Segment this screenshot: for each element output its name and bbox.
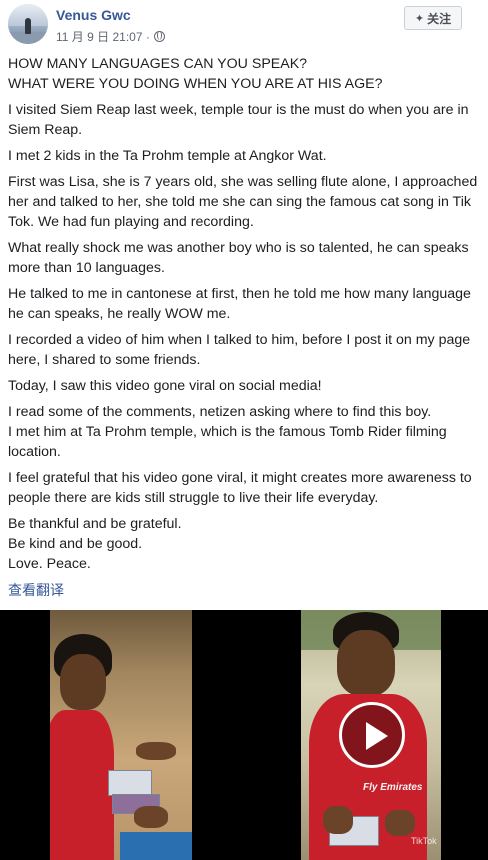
- girl-selling-flutes-image: [50, 610, 192, 860]
- post-paragraph: Today, I saw this video gone viral on so…: [8, 378, 322, 394]
- post-paragraph: I recorded a video of him when I talked …: [8, 332, 471, 368]
- play-button[interactable]: [339, 702, 405, 768]
- globe-icon: [153, 31, 165, 42]
- post-paragraph: Be thankful and be grateful. Be kind and …: [8, 516, 182, 572]
- post-paragraph: He talked to me in cantonese at first, t…: [8, 286, 471, 322]
- post-header: Venus Gwc 11 月 9 日 21:07 · ✦ 关注: [0, 0, 488, 50]
- post-paragraph: First was Lisa, she is 7 years old, she …: [8, 174, 478, 230]
- post-paragraph: I visited Siem Reap last week, temple to…: [8, 102, 469, 138]
- video-thumbnail-right[interactable]: Fly Emirates TikTok: [246, 610, 488, 860]
- post-meta: 11 月 9 日 21:07 ·: [56, 28, 165, 45]
- post-paragraph: HOW MANY LANGUAGES CAN YOU SPEAK? WHAT WE…: [8, 56, 383, 92]
- media-row: Fly Emirates TikTok: [0, 610, 488, 860]
- post-text: HOW MANY LANGUAGES CAN YOU SPEAK? WHAT WE…: [8, 54, 484, 580]
- follow-icon: ✦: [414, 12, 425, 25]
- avatar[interactable]: [8, 4, 48, 44]
- post-paragraph: I feel grateful that his video gone vira…: [8, 470, 472, 506]
- follow-button[interactable]: ✦ 关注: [404, 6, 462, 30]
- video-thumbnail-left[interactable]: [0, 610, 244, 860]
- tiktok-watermark: TikTok: [411, 836, 437, 846]
- post-timestamp[interactable]: 11 月 9 日 21:07 ·: [56, 28, 150, 45]
- play-icon: [366, 722, 388, 750]
- author-name[interactable]: Venus Gwc: [56, 7, 131, 23]
- follow-label: 关注: [427, 11, 452, 26]
- post-paragraph: I read some of the comments, netizen ask…: [8, 404, 447, 460]
- see-translation-link[interactable]: 查看翻译: [8, 580, 64, 600]
- shirt-print: Fly Emirates: [363, 782, 423, 793]
- post-paragraph: I met 2 kids in the Ta Prohm temple at A…: [8, 148, 327, 164]
- post-paragraph: What really shock me was another boy who…: [8, 240, 469, 276]
